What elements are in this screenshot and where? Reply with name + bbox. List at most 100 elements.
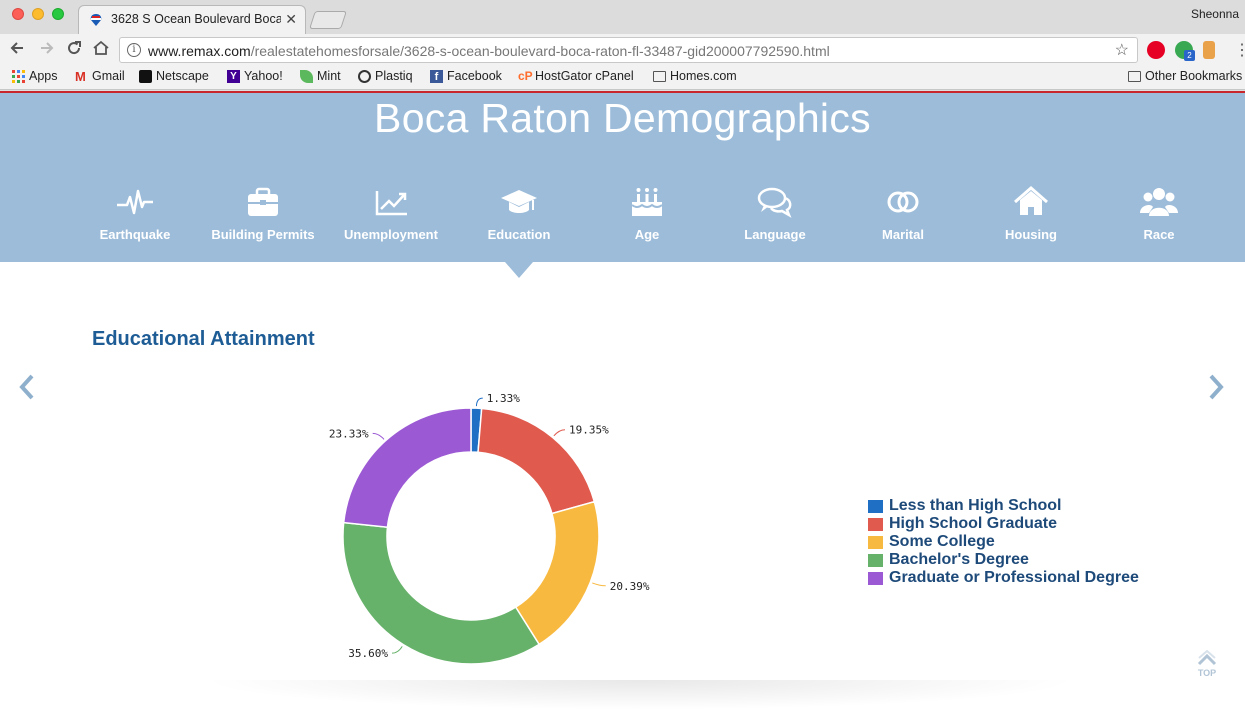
- label-connector: [391, 646, 403, 654]
- legend-label: Less than High School: [889, 497, 1062, 514]
- donut-slice[interactable]: [342, 521, 541, 665]
- donut-slice[interactable]: [342, 407, 472, 529]
- label-connector: [372, 432, 385, 440]
- tab-title: 3628 S Ocean Boulevard Boca: [111, 12, 281, 26]
- bookmark-plastiq[interactable]: Plastiq: [358, 69, 413, 83]
- slice-label: 23.33%: [329, 427, 369, 440]
- key-extension-icon[interactable]: [1203, 41, 1215, 59]
- folder-icon: [653, 70, 666, 82]
- donut-slice[interactable]: [514, 500, 600, 646]
- legend-item[interactable]: Graduate or Professional Degree: [868, 569, 1139, 587]
- bookmark-mint[interactable]: Mint: [300, 69, 341, 83]
- bookmark-netscape[interactable]: Netscape: [139, 69, 209, 83]
- reload-icon: [68, 41, 81, 55]
- nav-housing[interactable]: Housing: [967, 185, 1095, 245]
- nav-age[interactable]: Age: [583, 185, 711, 245]
- previous-arrow-icon[interactable]: [17, 372, 37, 402]
- maximize-window-button[interactable]: [52, 8, 64, 20]
- browser-tab[interactable]: 3628 S Ocean Boulevard Boca ✕: [78, 5, 306, 34]
- close-window-button[interactable]: [12, 8, 24, 20]
- bookmark-homes[interactable]: Homes.com: [653, 69, 737, 83]
- extension-icon[interactable]: 2: [1175, 41, 1195, 61]
- reload-button[interactable]: [63, 39, 85, 61]
- new-tab-button[interactable]: [309, 11, 347, 29]
- close-tab-icon[interactable]: ✕: [285, 11, 297, 28]
- slice-label: 35.60%: [348, 647, 388, 660]
- bookmark-gmail[interactable]: M Gmail: [75, 69, 125, 83]
- nav-language[interactable]: Language: [711, 185, 839, 245]
- speech-bubbles-icon: [757, 187, 792, 218]
- section-title: Educational Attainment: [92, 328, 315, 350]
- extension-badge: 2: [1184, 50, 1195, 61]
- label-connector: [475, 397, 483, 407]
- next-arrow-icon[interactable]: [1206, 372, 1226, 402]
- address-bar[interactable]: i www.remax.com/realestatehomesforsale/3…: [119, 37, 1138, 63]
- education-donut-chart: 1.33% 19.35% 20.39% 35.60% 23.33%: [329, 392, 650, 665]
- apps-grid-icon: [12, 69, 25, 83]
- bookmark-apps[interactable]: Apps: [12, 69, 58, 83]
- legend-item[interactable]: Bachelor's Degree: [868, 551, 1139, 569]
- bookmarks-bar: Apps M Gmail Netscape Y Yahoo! Mint Plas…: [0, 66, 1245, 90]
- minimize-window-button[interactable]: [32, 8, 44, 20]
- home-icon: [93, 40, 109, 55]
- home-button[interactable]: [90, 39, 112, 61]
- legend-swatch: [868, 499, 883, 513]
- demographics-header: Boca Raton Demographics Earthquake Build…: [0, 93, 1245, 262]
- slice-label: 20.39%: [610, 580, 650, 593]
- browser-chrome: 3628 S Ocean Boulevard Boca ✕ Sheonna i …: [0, 0, 1245, 93]
- bookmark-facebook[interactable]: f Facebook: [430, 69, 502, 83]
- slice-label: 19.35%: [569, 424, 609, 437]
- url-text: www.remax.com/realestatehomesforsale/362…: [148, 43, 830, 59]
- pinterest-icon[interactable]: [1147, 41, 1165, 59]
- legend-label: High School Graduate: [889, 515, 1058, 532]
- bookmark-yahoo[interactable]: Y Yahoo!: [227, 69, 283, 83]
- bookmark-star-icon[interactable]: ☆: [1115, 40, 1129, 60]
- top-label: TOP: [1197, 668, 1217, 678]
- slice-label: 1.33%: [487, 392, 520, 405]
- browser-toolbar: i www.remax.com/realestatehomesforsale/3…: [0, 34, 1245, 66]
- active-tab-pointer: [505, 262, 533, 278]
- legend-item[interactable]: Less than High School: [868, 497, 1139, 515]
- footer-shadow: [200, 680, 1080, 710]
- earthquake-icon: [117, 189, 153, 215]
- tab-strip: 3628 S Ocean Boulevard Boca ✕ Sheonna: [0, 0, 1245, 34]
- gmail-icon: M: [75, 68, 86, 84]
- profile-name[interactable]: Sheonna: [1191, 7, 1239, 21]
- page-title: Boca Raton Demographics: [374, 95, 871, 141]
- chevron-up-icon: [1197, 649, 1217, 666]
- forward-button[interactable]: [36, 39, 58, 61]
- nav-earthquake[interactable]: Earthquake: [71, 185, 199, 245]
- bookmark-hostgator[interactable]: cP HostGator cPanel: [518, 69, 634, 83]
- yahoo-icon: Y: [227, 69, 240, 83]
- nav-marital[interactable]: Marital: [839, 185, 967, 245]
- legend-item[interactable]: High School Graduate: [868, 515, 1139, 533]
- menu-icon[interactable]: ⋮: [1234, 40, 1245, 60]
- aol-icon: [139, 69, 152, 83]
- info-icon[interactable]: i: [127, 43, 141, 57]
- nav-building-permits[interactable]: Building Permits: [199, 185, 327, 245]
- legend-item[interactable]: Some College: [868, 533, 1139, 551]
- label-connector: [592, 582, 606, 587]
- mint-leaf-icon: [300, 69, 313, 83]
- label-connector: [553, 429, 566, 437]
- bookmark-other[interactable]: Other Bookmarks: [1128, 69, 1242, 83]
- nav-education[interactable]: Education: [455, 185, 583, 245]
- forward-arrow-icon: [41, 42, 54, 54]
- house-icon: [1014, 186, 1048, 215]
- birthday-cake-icon: [631, 188, 663, 216]
- back-button[interactable]: [6, 39, 28, 61]
- legend-swatch: [868, 517, 883, 531]
- back-to-top-button[interactable]: TOP: [1194, 649, 1220, 684]
- legend-label: Some College: [889, 533, 995, 550]
- legend-swatch: [868, 571, 883, 585]
- nav-race[interactable]: Race: [1095, 185, 1223, 245]
- rings-icon: [887, 191, 919, 213]
- legend-swatch: [868, 553, 883, 567]
- plastiq-icon: [358, 69, 371, 83]
- people-icon: [1140, 188, 1178, 216]
- legend-swatch: [868, 535, 883, 549]
- nav-unemployment[interactable]: Unemployment: [327, 185, 455, 245]
- cpanel-icon: cP: [518, 68, 533, 83]
- legend-label: Graduate or Professional Degree: [889, 569, 1139, 586]
- graduation-cap-icon: [501, 190, 537, 213]
